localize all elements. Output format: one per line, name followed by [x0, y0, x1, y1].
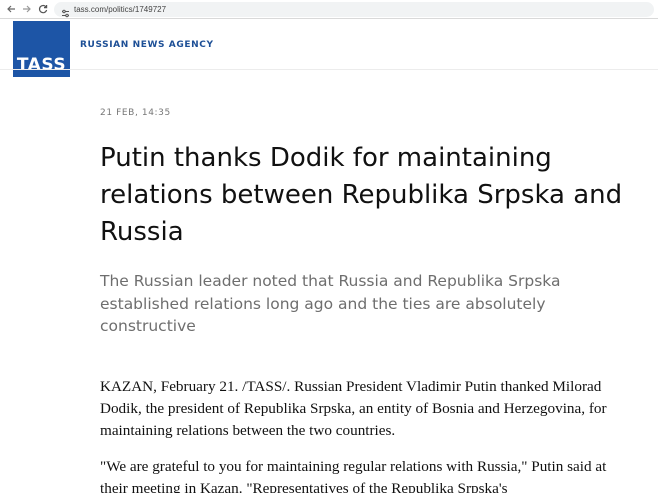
address-bar[interactable]: tass.com/politics/1749727 [54, 2, 654, 18]
reload-icon[interactable] [36, 2, 50, 16]
address-url[interactable]: tass.com/politics/1749727 [74, 2, 166, 17]
logo-text: TASS [16, 55, 67, 75]
forward-arrow-icon[interactable] [20, 2, 34, 16]
back-arrow-icon[interactable] [4, 2, 18, 16]
site-info-icon[interactable] [60, 4, 71, 18]
header-divider [0, 69, 658, 70]
article-date: 21 FEB, 14:35 [100, 108, 171, 118]
article-body: KAZAN, February 21. /TASS/. Russian Pres… [100, 376, 630, 493]
agency-label: RUSSIAN NEWS AGENCY [80, 40, 214, 50]
article-paragraph: KAZAN, February 21. /TASS/. Russian Pres… [100, 378, 607, 439]
article-paragraph: "We are grateful to you for maintaining … [100, 458, 607, 493]
browser-toolbar: tass.com/politics/1749727 [0, 0, 658, 19]
article-lead: The Russian leader noted that Russia and… [100, 272, 561, 335]
article-title: Putin thanks Dodik for maintaining relat… [100, 143, 623, 247]
